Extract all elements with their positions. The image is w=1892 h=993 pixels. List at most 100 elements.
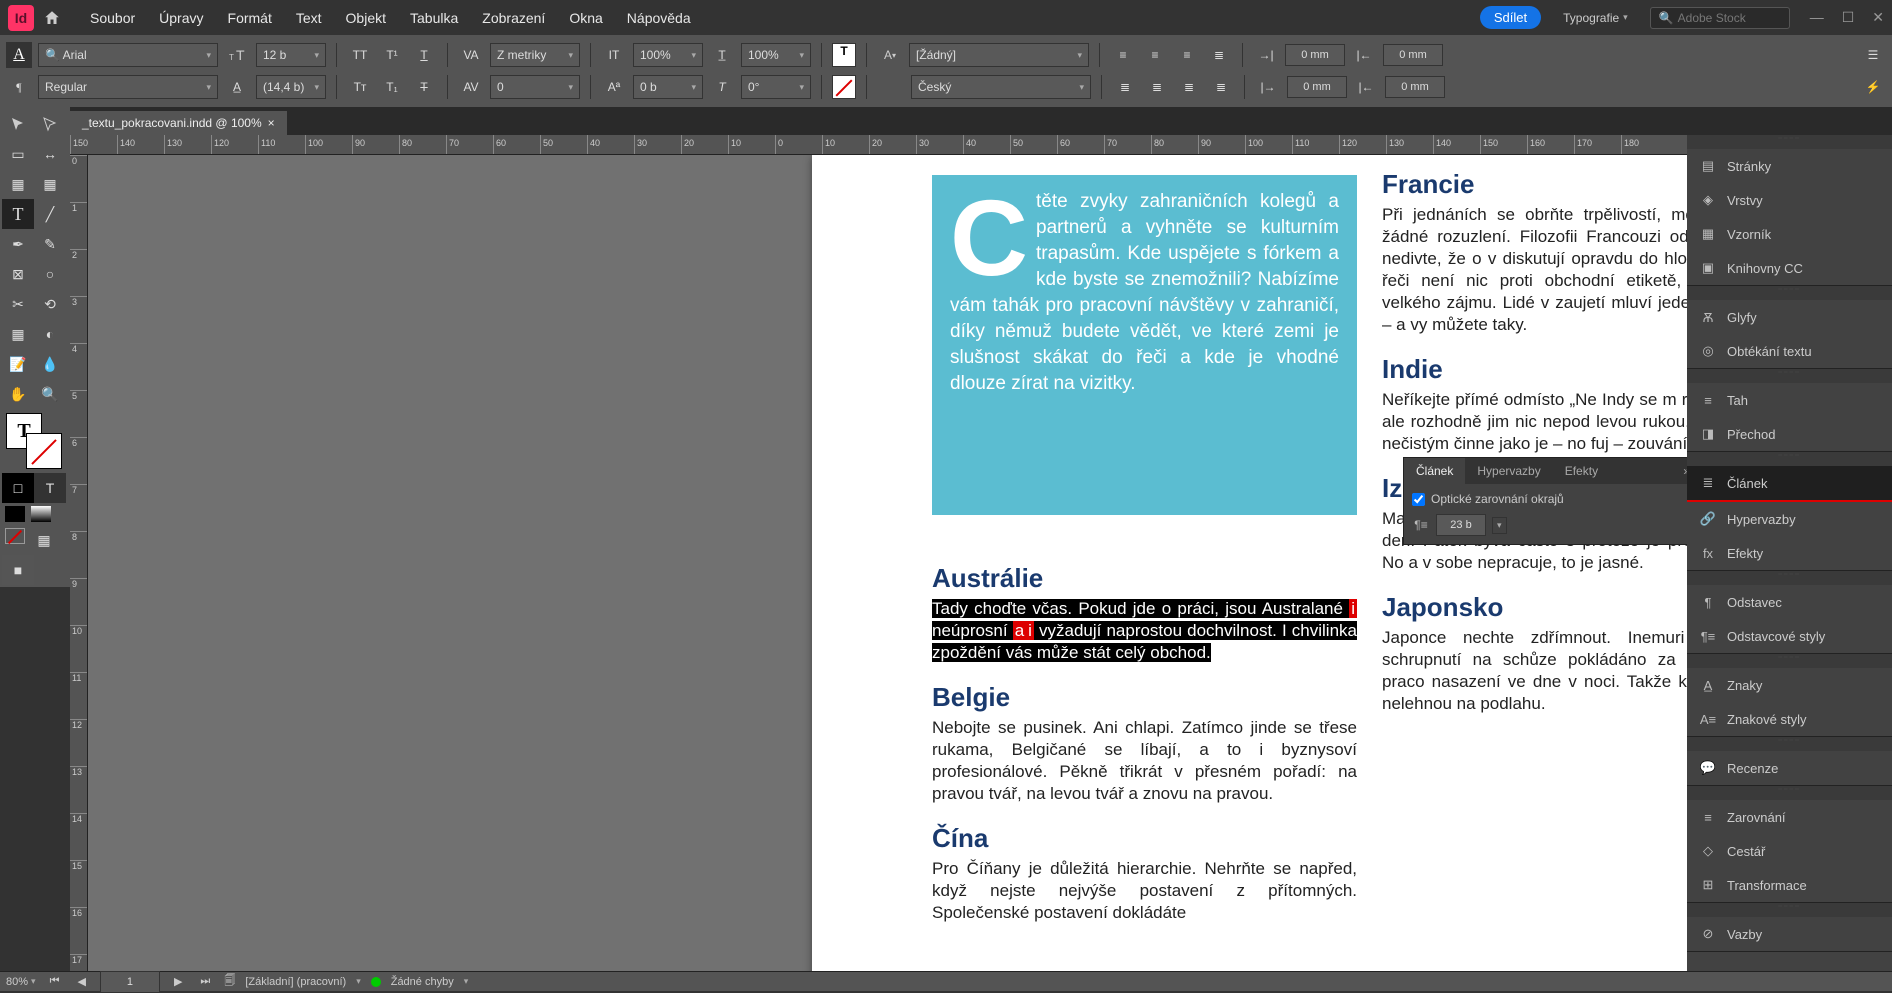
panel-grip[interactable]: ┈┈┈┈ [1687, 654, 1892, 668]
menu-object[interactable]: Objekt [334, 4, 398, 32]
optical-margin-checkbox[interactable]: Optické zarovnání okrajů [1412, 492, 1687, 506]
stroke-swatch[interactable] [832, 75, 856, 99]
justify-center-icon[interactable]: ≣ [1144, 74, 1170, 100]
baseline-select[interactable]: 0 b▾ [633, 75, 703, 99]
rectangle-frame-tool[interactable]: ⊠ [2, 259, 34, 289]
content-collector-tool[interactable]: ▦ [2, 169, 34, 199]
prev-page-button[interactable]: ◀ [73, 975, 89, 988]
text-column-1[interactable]: Austrálie Tady choďte včas. Pokud jde o … [932, 545, 1357, 924]
skew-select[interactable]: 0°▾ [741, 75, 811, 99]
language-select[interactable]: Český▾ [911, 75, 1091, 99]
apply-color-icon[interactable] [5, 506, 25, 522]
indent-left-input[interactable] [1285, 44, 1345, 66]
menu-text[interactable]: Text [284, 4, 334, 32]
content-placer-tool[interactable]: ▦ [34, 169, 66, 199]
superscript-icon[interactable]: T¹ [379, 42, 405, 68]
panel-item-char[interactable]: A̲Znaky [1687, 668, 1892, 702]
panel-grip[interactable]: ┈┈┈┈ [1687, 786, 1892, 800]
next-page-button[interactable]: ▶ [170, 975, 186, 988]
zoom-tool[interactable]: 🔍 [34, 379, 66, 409]
close-button[interactable]: ✕ [1872, 9, 1884, 26]
apply-none-icon[interactable] [5, 528, 25, 544]
char-format-icon[interactable]: A [6, 42, 32, 68]
justify-full-icon[interactable]: ≣ [1208, 74, 1234, 100]
panel-grip[interactable]: ┈┈┈┈ [1687, 571, 1892, 585]
allcaps-icon[interactable]: TT [347, 42, 373, 68]
type-tool[interactable]: T [2, 199, 34, 229]
menu-format[interactable]: Formát [216, 4, 284, 32]
gap-tool[interactable]: ↔ [34, 139, 66, 169]
indent-lastline-input[interactable] [1385, 76, 1445, 98]
panel-item-links[interactable]: ⊘Vazby [1687, 917, 1892, 951]
optical-size-input[interactable] [1436, 514, 1486, 536]
panel-item-transform[interactable]: ⊞Transformace [1687, 868, 1892, 902]
underline-icon[interactable]: T [411, 42, 437, 68]
scissors-tool[interactable]: ✂ [2, 289, 34, 319]
hand-tool[interactable]: ✋ [2, 379, 34, 409]
subscript-icon[interactable]: T₁ [379, 74, 405, 100]
master-indicator[interactable]: [Základní] (pracovní) [245, 976, 346, 988]
ellipse-tool[interactable]: ○ [34, 259, 66, 289]
leading-select[interactable]: (14,4 b)▾ [256, 75, 326, 99]
adobe-stock-search[interactable]: 🔍Adobe Stock [1650, 7, 1790, 29]
panel-item-para[interactable]: ¶Odstavec [1687, 585, 1892, 619]
story-panel[interactable]: Článek Hypervazby Efekty » Optické zarov… [1403, 457, 1687, 545]
panel-item-pathfinder[interactable]: ◇Cestář [1687, 834, 1892, 868]
panel-item-charstyles[interactable]: A≡Znakové styly [1687, 702, 1892, 736]
menu-file[interactable]: Soubor [78, 4, 147, 32]
zoom-level[interactable]: 80%▾ [6, 976, 36, 988]
panel-collapse-icon[interactable]: » [1671, 458, 1687, 484]
panel-item-parastyles[interactable]: ¶≡Odstavcové styly [1687, 619, 1892, 653]
align-right-icon[interactable]: ≡ [1174, 42, 1200, 68]
story-panel-tab-hyperlinks[interactable]: Hypervazby [1465, 458, 1552, 484]
workspace-switcher[interactable]: Typografie▾ [1555, 7, 1636, 29]
menu-view[interactable]: Zobrazení [470, 4, 557, 32]
font-size-select[interactable]: 12 b▾ [256, 43, 326, 67]
panel-item-layers[interactable]: ◈Vrstvy [1687, 183, 1892, 217]
font-weight-select[interactable]: Regular▾ [38, 75, 218, 99]
align-justify-icon[interactable]: ≣ [1206, 42, 1232, 68]
panel-grip[interactable]: ┈┈┈┈ [1687, 286, 1892, 300]
apply-gradient-icon[interactable] [31, 506, 51, 522]
fill-stroke-proxy[interactable]: T [6, 413, 62, 469]
close-tab-icon[interactable]: × [268, 116, 275, 130]
intro-text-frame[interactable]: C těte zvyky zahraničních kolegů a partn… [932, 175, 1357, 515]
pencil-tool[interactable]: ✎ [34, 229, 66, 259]
gradient-feather-tool[interactable]: ◐ [34, 319, 66, 349]
minimize-button[interactable]: — [1810, 9, 1824, 26]
justify-right-icon[interactable]: ≣ [1176, 74, 1202, 100]
menu-window[interactable]: Okna [557, 4, 614, 32]
justify-left-icon[interactable]: ≣ [1112, 74, 1138, 100]
eyedropper-tool[interactable]: 💧 [34, 349, 66, 379]
indent-firstline-input[interactable] [1383, 44, 1443, 66]
direct-selection-tool[interactable] [34, 109, 66, 139]
preflight-status-text[interactable]: Žádné chyby [391, 976, 454, 988]
align-left-icon[interactable]: ≡ [1110, 42, 1136, 68]
panel-menu-icon[interactable]: ☰ [1860, 42, 1886, 68]
view-mode-normal[interactable]: ▦ [28, 525, 60, 555]
maximize-button[interactable]: ☐ [1842, 9, 1855, 26]
document-viewport[interactable]: C těte zvyky zahraničních kolegů a partn… [88, 155, 1687, 971]
home-icon[interactable] [40, 6, 64, 30]
stroke-proxy[interactable] [26, 433, 62, 469]
strikethrough-icon[interactable]: T [411, 74, 437, 100]
formatting-container-icon[interactable]: □ [2, 473, 34, 503]
kerning-select[interactable]: Z metriky▾ [490, 43, 580, 67]
view-mode-preview[interactable]: ■ [2, 555, 34, 585]
free-transform-tool[interactable]: ⟲ [34, 289, 66, 319]
page-number-input[interactable] [100, 971, 160, 993]
panel-item-stroke[interactable]: ≡Tah [1687, 383, 1892, 417]
formatting-text-icon[interactable]: T [34, 473, 66, 503]
vscale-select[interactable]: 100%▾ [633, 43, 703, 67]
panel-item-glyphs[interactable]: ѪGlyfy [1687, 300, 1892, 334]
panel-grip[interactable]: ┈┈┈┈ [1687, 369, 1892, 383]
selection-tool[interactable] [2, 109, 34, 139]
menu-table[interactable]: Tabulka [398, 4, 470, 32]
text-column-2[interactable]: Francie Při jednáních se obrňte trpělivo… [1382, 169, 1687, 715]
menu-help[interactable]: Nápověda [615, 4, 703, 32]
line-tool[interactable]: ╱ [34, 199, 66, 229]
first-page-button[interactable]: ⏮ [46, 975, 64, 988]
smallcaps-icon[interactable]: Tᴛ [347, 74, 373, 100]
tracking-select[interactable]: 0▾ [490, 75, 580, 99]
last-page-button[interactable]: ⏭ [196, 975, 214, 988]
